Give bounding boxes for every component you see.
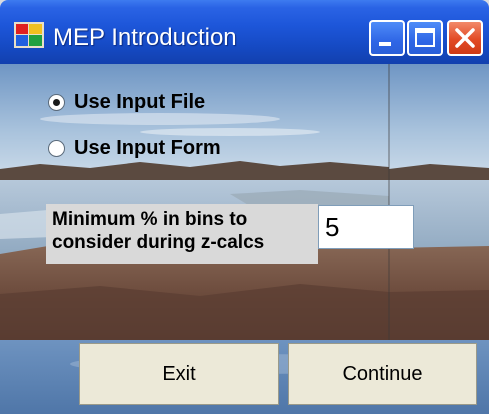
- min-bins-input[interactable]: [318, 205, 414, 249]
- title-bar[interactable]: MEP Introduction: [0, 0, 489, 64]
- use-input-form-radio[interactable]: Use Input Form: [48, 135, 221, 161]
- window-title: MEP Introduction: [53, 24, 237, 51]
- radio-selected-dot: [53, 98, 60, 106]
- min-bins-label: Minimum % in bins to consider during z-c…: [46, 204, 318, 264]
- use-input-form-label[interactable]: Use Input Form: [74, 137, 221, 160]
- minimize-button[interactable]: [369, 20, 405, 56]
- use-input-file-radio[interactable]: Use Input File: [48, 89, 205, 115]
- continue-button[interactable]: Continue: [288, 343, 477, 405]
- mep-introduction-window: MEP Introduction Use Input File Use Inpu…: [0, 0, 489, 414]
- use-input-file-label[interactable]: Use Input File: [74, 91, 205, 114]
- close-button[interactable]: [447, 20, 483, 56]
- exit-button[interactable]: Exit: [79, 343, 279, 405]
- maximize-button[interactable]: [407, 20, 443, 56]
- maximize-icon: [415, 28, 435, 47]
- close-icon: [455, 28, 475, 48]
- radio-button-unselected[interactable]: [48, 139, 65, 157]
- app-icon: [14, 22, 44, 48]
- radio-button-selected[interactable]: [48, 93, 65, 111]
- client-area: Use Input File Use Input Form Minimum % …: [0, 64, 489, 414]
- minimize-icon: [379, 42, 391, 46]
